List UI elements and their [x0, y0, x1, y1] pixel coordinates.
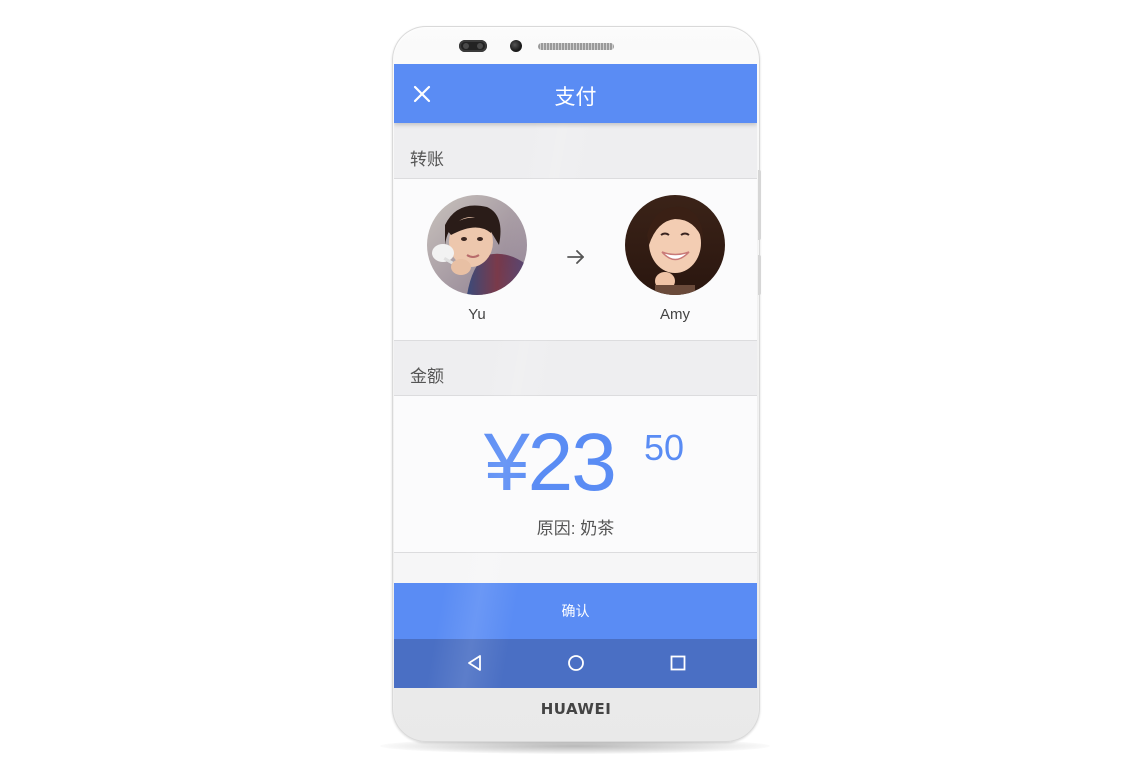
amount-main-value: ¥23 — [484, 417, 617, 508]
back-triangle-icon — [468, 655, 481, 671]
front-camera — [510, 40, 522, 52]
sender-avatar-photo — [427, 195, 527, 295]
brand-logo: HUAWEI — [540, 700, 612, 718]
recipient-avatar-photo — [625, 195, 725, 295]
proximity-sensor — [459, 40, 487, 52]
amount-section-header: 金额 — [394, 341, 757, 396]
home-circle-icon — [568, 655, 584, 671]
amount-panel: ¥23 50 原因: 奶茶 — [394, 396, 757, 553]
power-button — [758, 255, 761, 295]
home-button[interactable] — [566, 653, 586, 673]
arrow-right-icon — [567, 250, 584, 264]
transfer-panel: Yu Amy — [394, 179, 757, 341]
transfer-section-label: 转账 — [410, 150, 444, 169]
system-nav-bar — [394, 639, 757, 688]
recipient-avatar[interactable] — [625, 195, 725, 295]
page-title: 支付 — [554, 86, 597, 109]
recipient-name: Amy — [660, 306, 690, 323]
app-bar: 支付 — [394, 64, 757, 123]
stage: 支付 转账 Yu Amy 金额 ¥23 50 原因: 奶茶 确认 HUAWEI — [0, 0, 1144, 769]
sender-name: Yu — [468, 306, 486, 323]
phone-screen: 支付 转账 Yu Amy 金额 ¥23 50 原因: 奶茶 确认 — [394, 64, 757, 688]
sender-avatar[interactable] — [427, 195, 527, 295]
recents-square-icon — [670, 655, 686, 671]
amount-cents-value: 50 — [644, 427, 685, 468]
amount-section-label: 金额 — [410, 367, 444, 386]
amount-display: ¥23 50 — [394, 418, 757, 508]
transfer-section-header: 转账 — [394, 123, 757, 179]
recents-button[interactable] — [668, 653, 688, 673]
earpiece-speaker — [538, 43, 614, 50]
payment-reason: 原因: 奶茶 — [536, 519, 615, 538]
confirm-button[interactable]: 确认 — [394, 583, 757, 639]
back-button[interactable] — [465, 653, 485, 673]
volume-button — [758, 170, 761, 240]
